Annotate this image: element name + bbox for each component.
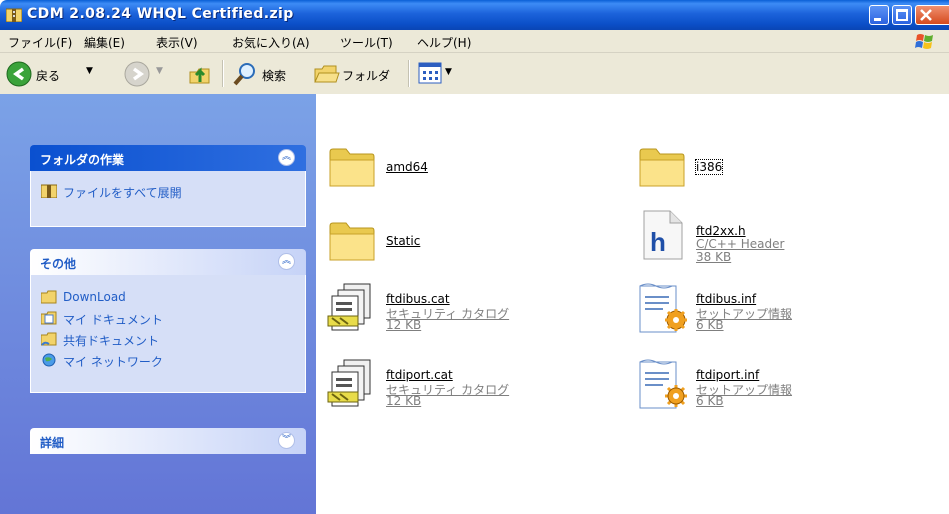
place-label: マイ ドキュメント [63, 313, 163, 327]
file-name: i386 [694, 159, 724, 175]
security-catalog-icon [327, 359, 371, 407]
my-documents-icon [41, 311, 57, 325]
close-button[interactable] [915, 5, 949, 25]
file-size: 38 KB [696, 250, 732, 264]
folders-label: フォルダ [342, 69, 391, 83]
collapse-chevron-icon[interactable]: ︽ [278, 253, 295, 270]
file-item-ftdibus-inf[interactable]: ftdibus.inf セットアップ情報 6 KB [636, 282, 916, 342]
collapse-chevron-icon[interactable]: ︽ [278, 149, 295, 166]
file-name: ftdiport.cat [386, 368, 453, 382]
file-item-amd64[interactable]: amd64 [326, 144, 606, 204]
folders-icon [314, 65, 340, 83]
forward-arrow-icon [124, 61, 150, 87]
file-name: ftdibus.inf [696, 292, 757, 306]
extract-icon [41, 184, 57, 198]
menu-file[interactable]: ファイル(F) [8, 34, 72, 51]
menu-bar: ファイル(F) 編集(E) 表示(V) お気に入り(A) ツール(T) ヘルプ(… [0, 30, 949, 53]
file-name: ftdiport.inf [696, 368, 760, 382]
security-catalog-icon [327, 283, 371, 331]
file-name: ftdibus.cat [386, 292, 450, 306]
folders-button[interactable]: フォルダ [312, 59, 402, 89]
back-label: 戻る [36, 69, 61, 83]
file-item-i386[interactable]: i386 [636, 144, 916, 204]
forward-button[interactable]: ▼ [124, 61, 172, 87]
place-shared-documents[interactable]: 共有ドキュメント [41, 331, 241, 349]
views-dropdown-icon[interactable]: ▼ [445, 67, 452, 77]
folder-tasks-header[interactable]: フォルダの作業 ︽ [30, 145, 306, 171]
file-list: amd64 i386 Static h ftd2xx.h C/C++ Heade… [316, 94, 949, 514]
file-size: 6 KB [696, 318, 724, 332]
other-places-header[interactable]: その他 ︽ [30, 249, 306, 275]
menu-view[interactable]: 表示(V) [156, 34, 198, 51]
title-bar[interactable]: CDM 2.08.24 WHQL Certified.zip [0, 0, 949, 30]
network-icon [42, 353, 56, 367]
views-button[interactable]: ▼ [418, 62, 458, 86]
folder-icon [329, 222, 375, 261]
search-button[interactable]: 検索 [232, 59, 312, 89]
shared-folder-icon [41, 332, 57, 346]
place-my-network[interactable]: マイ ネットワーク [41, 352, 241, 370]
details-header[interactable]: 詳細 ︾ [30, 428, 306, 454]
menu-tools[interactable]: ツール(T) [340, 34, 393, 51]
expand-chevron-icon[interactable]: ︾ [278, 432, 295, 449]
folder-tasks-title: フォルダの作業 [40, 153, 125, 167]
search-label: 検索 [262, 69, 287, 83]
place-label: 共有ドキュメント [63, 334, 160, 348]
file-item-ftdiport-cat[interactable]: ftdiport.cat セキュリティ カタログ 12 KB [326, 358, 606, 418]
header-file-icon: h [643, 210, 683, 260]
file-item-ftdiport-inf[interactable]: ftdiport.inf セットアップ情報 6 KB [636, 358, 916, 418]
folder-icon [639, 148, 685, 187]
details-title: 詳細 [40, 436, 65, 450]
file-item-static[interactable]: Static [326, 218, 606, 278]
file-item-ftdibus-cat[interactable]: ftdibus.cat セキュリティ カタログ 12 KB [326, 282, 606, 342]
svg-text:h: h [650, 227, 666, 257]
place-label: DownLoad [63, 290, 126, 304]
windows-logo-icon [915, 34, 933, 49]
up-folder-icon[interactable] [187, 61, 215, 89]
setup-info-icon [639, 283, 687, 333]
menu-help[interactable]: ヘルプ(H) [417, 34, 471, 51]
file-name: ftd2xx.h [696, 224, 746, 238]
zip-folder-icon [6, 8, 22, 22]
minimize-icon [874, 18, 881, 21]
setup-info-icon [639, 359, 687, 409]
file-name: Static [386, 234, 421, 248]
file-size: 12 KB [386, 318, 422, 332]
folder-tasks-panel: ファイルをすべて展開 [30, 171, 306, 227]
file-type: C/C++ Header [696, 237, 785, 251]
forward-dropdown-icon[interactable]: ▼ [156, 66, 163, 76]
task-pane: フォルダの作業 ︽ ファイルをすべて展開 その他 ︽ DownLoad マイ ド… [0, 94, 316, 514]
file-item-ftd2xx-h[interactable]: h ftd2xx.h C/C++ Header 38 KB [636, 209, 916, 269]
back-dropdown-icon[interactable]: ▼ [86, 66, 93, 76]
task-label: ファイルをすべて展開 [63, 186, 182, 200]
file-size: 6 KB [696, 394, 724, 408]
view-grid-icon [418, 62, 442, 84]
place-my-documents[interactable]: マイ ドキュメント [41, 310, 241, 328]
window-title: CDM 2.08.24 WHQL Certified.zip [27, 6, 294, 22]
menu-favorites[interactable]: お気に入り(A) [232, 34, 310, 51]
back-arrow-icon [6, 61, 32, 87]
maximize-button[interactable] [892, 5, 912, 25]
folder-icon [329, 148, 375, 187]
task-extract-all[interactable]: ファイルをすべて展開 [41, 183, 291, 201]
other-places-title: その他 [40, 257, 77, 271]
minimize-button[interactable] [869, 5, 889, 25]
search-icon [233, 63, 255, 86]
back-button[interactable]: 戻る ▼ [6, 58, 104, 88]
place-download[interactable]: DownLoad [41, 289, 241, 307]
menu-edit[interactable]: 編集(E) [84, 34, 125, 51]
toolbar: 戻る ▼ ▼ 検索 フォルダ ▼ [0, 53, 949, 95]
other-places-panel: DownLoad マイ ドキュメント 共有ドキュメント マイ ネットワーク [30, 275, 306, 393]
close-icon [920, 9, 932, 21]
maximize-icon [896, 9, 908, 21]
place-label: マイ ネットワーク [63, 355, 163, 369]
folder-icon [41, 290, 57, 304]
file-name: amd64 [386, 160, 428, 174]
file-size: 12 KB [386, 394, 422, 408]
